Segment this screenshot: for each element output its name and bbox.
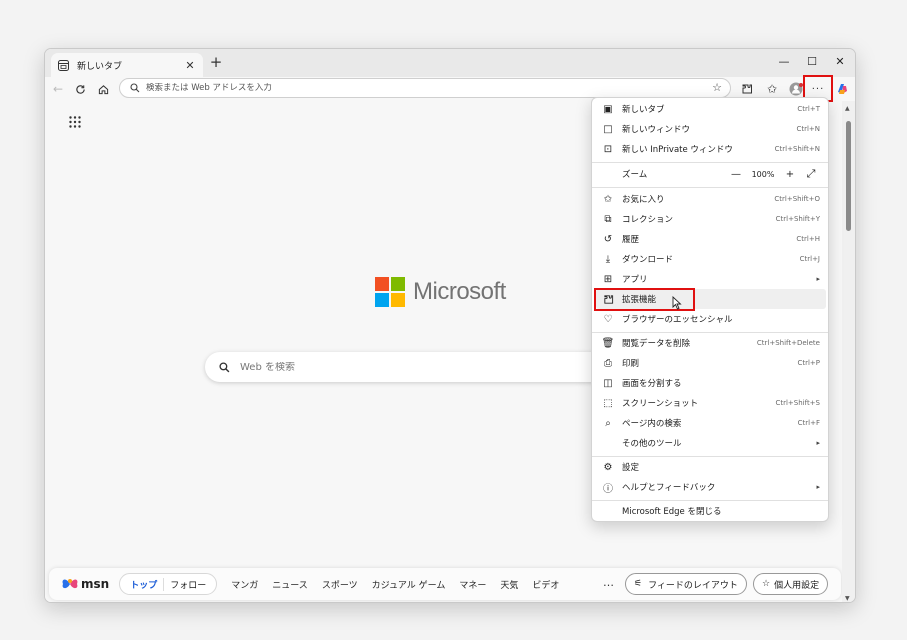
menu-item-screenshot[interactable]: ⬚ スクリーンショット Ctrl+Shift+S [596,393,826,413]
refresh-icon[interactable] [71,80,89,98]
new-tab-page-icon [57,59,69,71]
apps-icon: ⊞ [603,273,613,285]
msn-feed-toggle: トップ フォロー [119,573,218,595]
msn-category[interactable]: カジュアル ゲーム [372,578,446,591]
menu-item-collections[interactable]: ⧉ コレクション Ctrl+Shift+Y [596,209,826,229]
msn-category[interactable]: マネー [459,578,486,591]
tab-new-tab[interactable]: 新しいタブ ✕ [51,53,203,77]
menu-item-zoom: ズーム — 100% + ⤢ [596,164,826,184]
inprivate-icon: ⊡ [603,143,613,155]
download-icon: ⤓ [605,253,611,265]
favorites-icon: ✩ [603,193,613,205]
menu-item-print[interactable]: ⎙ 印刷 Ctrl+P [596,353,826,373]
address-bar[interactable]: ☆ [119,78,731,98]
menu-item-settings[interactable]: ⚙ 設定 [596,457,826,477]
menu-item-split-screen[interactable]: ◫ 画面を分割する [596,373,826,393]
chevron-right-icon: ▸ [816,275,820,283]
zoom-controls: — 100% + ⤢ [726,164,826,184]
zoom-out-button[interactable]: — [726,169,746,180]
screenshot-icon: ⬚ [603,397,613,409]
personalize-button[interactable]: ☆ 個人用設定 [753,573,829,595]
favorites-toolbar-icon[interactable]: ✩ [763,80,781,98]
back-icon[interactable]: ← [49,80,67,98]
feed-layout-label: フィードのレイアウト [648,580,738,591]
menu-item-new-tab[interactable]: ▣ 新しいタブ Ctrl+T [596,99,826,119]
copilot-icon[interactable] [833,80,851,98]
msn-butterfly-icon [62,579,78,589]
menu-item-new-window[interactable]: □ 新しいウィンドウ Ctrl+N [596,119,826,139]
msn-tab-follow[interactable]: フォロー [164,578,212,591]
menu-item-downloads[interactable]: ⤓ ダウンロード Ctrl+J [596,249,826,269]
msn-feed-bar: msn トップ フォロー マンガ ニュース スポーツ カジュアル ゲーム マネー… [49,568,841,600]
msn-more-categories-button[interactable]: … [603,576,614,589]
sliders-icon: ⚟ [634,579,643,589]
favorite-star-icon[interactable]: ☆ [712,81,722,94]
microsoft-logo: Microsoft [375,277,506,307]
fullscreen-icon[interactable]: ⤢ [800,167,822,181]
menu-item-help[interactable]: ⓘ ヘルプとフィードバック ▸ [596,477,826,497]
menu-item-clear-data[interactable]: 🗑 閲覧データを削除 Ctrl+Shift+Delete [596,333,826,353]
mouse-cursor-icon [672,296,682,310]
apps-launcher-icon[interactable] [69,116,81,128]
tab-title: 新しいタブ [77,61,123,72]
vertical-scrollbar[interactable]: ▲ ▼ [842,101,855,602]
address-input[interactable] [146,83,686,93]
find-page-icon: ⌕ [605,417,611,429]
history-icon: ↺ [603,233,613,245]
msn-category[interactable]: ニュース [272,578,308,591]
sparkle-icon: ☆ [762,579,771,589]
tab-close-icon[interactable]: ✕ [183,59,197,72]
menu-item-apps[interactable]: ⊞ アプリ ▸ [596,269,826,289]
microsoft-squares-icon [375,277,405,307]
split-screen-icon: ◫ [603,377,613,389]
trash-icon: 🗑 [601,337,615,349]
msn-category[interactable]: ビデオ [532,578,559,591]
collections-icon: ⧉ [604,213,612,225]
window-icon: □ [603,123,613,135]
scroll-thumb[interactable] [846,121,851,231]
menu-item-find-on-page[interactable]: ⌕ ページ内の検索 Ctrl+F [596,413,826,433]
msn-tab-top[interactable]: トップ [124,577,165,591]
chevron-right-icon: ▸ [816,483,820,491]
msn-category[interactable]: 天気 [500,578,518,591]
extensions-toolbar-icon[interactable] [738,80,756,98]
new-tab-icon: ▣ [603,103,613,115]
menu-item-more-tools[interactable]: その他のツール ▸ [596,433,826,453]
maximize-button[interactable]: ☐ [803,55,821,71]
heart-pulse-icon: ♡ [603,313,613,325]
menu-item-browser-essentials[interactable]: ♡ ブラウザーのエッセンシャル [596,309,826,329]
title-bar: 新しいタブ ✕ + — ☐ ✕ [45,49,855,77]
menu-item-history[interactable]: ↺ 履歴 Ctrl+H [596,229,826,249]
microsoft-wordmark: Microsoft [413,278,506,305]
printer-icon: ⎙ [604,357,612,369]
help-icon: ⓘ [603,483,613,495]
search-icon [130,83,140,93]
web-search-box[interactable] [205,352,625,382]
zoom-level: 100% [751,169,775,179]
msn-category[interactable]: スポーツ [322,578,358,591]
close-window-button[interactable]: ✕ [831,55,849,71]
new-tab-button[interactable]: + [208,55,224,71]
scroll-up-icon[interactable]: ▲ [845,105,850,112]
feed-layout-button[interactable]: ⚟ フィードのレイアウト [625,573,747,595]
msn-logo[interactable]: msn [61,577,109,591]
scroll-down-icon[interactable]: ▼ [845,595,850,602]
web-search-input[interactable] [240,361,580,373]
gear-icon: ⚙ [603,461,613,473]
minimize-button[interactable]: — [775,55,793,71]
menu-item-close-edge[interactable]: Microsoft Edge を閉じる [596,501,826,521]
msn-category[interactable]: マンガ [231,578,258,591]
menu-item-new-inprivate[interactable]: ⊡ 新しい InPrivate ウィンドウ Ctrl+Shift+N [596,139,826,159]
menu-separator [592,187,828,188]
msn-logo-text: msn [81,577,110,591]
chevron-right-icon: ▸ [816,439,820,447]
personalize-label: 個人用設定 [774,580,820,591]
home-icon[interactable] [94,80,112,98]
menu-separator [592,162,828,163]
search-icon [219,361,230,372]
menu-item-favorites[interactable]: ✩ お気に入り Ctrl+Shift+O [596,189,826,209]
zoom-in-button[interactable]: + [780,169,800,180]
